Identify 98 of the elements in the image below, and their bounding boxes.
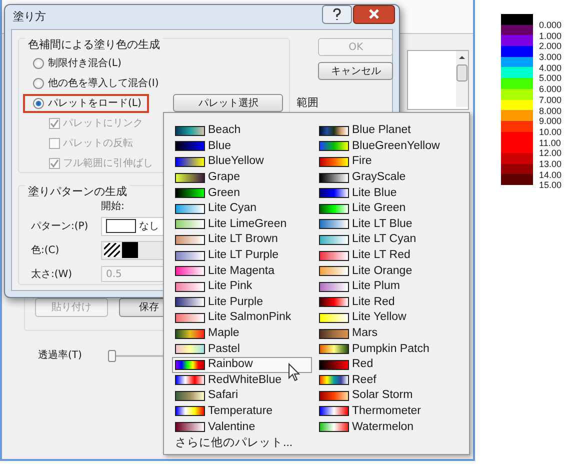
- palette-item[interactable]: RedWhiteBlue: [172, 372, 283, 388]
- gradient-swatch: [319, 141, 349, 152]
- gradient-swatch: [319, 126, 349, 136]
- checkmark-icon: [50, 158, 59, 168]
- gradient-swatch: [319, 250, 349, 261]
- dialog-title: 塗り方: [13, 10, 46, 23]
- palette-item[interactable]: Lite Blue: [316, 185, 398, 201]
- gradient-swatch: [319, 390, 349, 401]
- palette-item[interactable]: Pumpkin Patch: [316, 341, 430, 357]
- gradient-swatch: [319, 406, 349, 416]
- palette-item[interactable]: Lite LT Cyan: [316, 232, 418, 248]
- radio-option[interactable]: パレットをロード(L): [33, 96, 142, 110]
- gradient-swatch: [319, 204, 349, 214]
- gradient-swatch: [319, 312, 349, 323]
- gradient-swatch: [175, 344, 205, 354]
- gradient-swatch: [175, 250, 205, 261]
- palette-item[interactable]: Solar Storm: [316, 388, 414, 404]
- close-icon[interactable]: [353, 5, 395, 24]
- gradient-swatch: [175, 172, 205, 183]
- width-label: 太さ:(W): [31, 268, 74, 280]
- color-swatch: [122, 242, 138, 258]
- group-title: 塗りパターンの生成: [25, 185, 130, 198]
- more-palettes-item[interactable]: さらに他のパレット...: [175, 436, 293, 450]
- radio-option[interactable]: 制限付き混合(L): [33, 56, 122, 70]
- cancel-button[interactable]: キャンセル: [318, 62, 394, 80]
- palette-item[interactable]: Lite Yellow: [316, 310, 408, 326]
- palette-item[interactable]: Red: [316, 356, 374, 372]
- gradient-swatch: [319, 282, 349, 292]
- range-label: 範囲: [296, 96, 320, 109]
- palette-item[interactable]: Pastel: [172, 341, 241, 357]
- palette-item[interactable]: Reef: [316, 372, 378, 388]
- gradient-swatch: [175, 312, 205, 323]
- scrollbar-icon[interactable]: [456, 51, 468, 107]
- palette-item[interactable]: Lite Orange: [316, 263, 414, 279]
- palette-item[interactable]: Lite Green: [316, 200, 407, 217]
- palette-item[interactable]: GrayScale: [316, 170, 407, 186]
- gradient-swatch: [175, 422, 205, 432]
- gradient-swatch: [319, 156, 349, 167]
- gradient-swatch: [319, 375, 349, 386]
- gradient-swatch: [175, 266, 205, 276]
- palette-item[interactable]: Lite LT Purple: [172, 248, 280, 264]
- palette-item[interactable]: Lite Red: [316, 294, 396, 310]
- gradient-swatch: [175, 219, 205, 230]
- gradient-swatch: [175, 297, 205, 308]
- gradient-swatch: [175, 282, 205, 292]
- gradient-swatch: [175, 141, 205, 152]
- gradient-swatch: [175, 328, 205, 339]
- palette-item[interactable]: Temperature: [172, 404, 274, 420]
- palette-item[interactable]: Beach: [172, 123, 242, 139]
- palette-item[interactable]: Mars: [316, 326, 379, 342]
- transparency-label: 透過率(T): [38, 349, 82, 362]
- palette-item[interactable]: Valentine: [172, 419, 256, 435]
- palette-item[interactable]: Fire: [316, 154, 373, 170]
- palette-item[interactable]: Lite Plum: [316, 278, 401, 295]
- gradient-swatch: [175, 390, 205, 401]
- palette-item[interactable]: BlueGreenYellow: [316, 138, 441, 154]
- palette-item[interactable]: Green: [172, 185, 241, 201]
- palette-item[interactable]: Blue: [172, 138, 232, 154]
- hatch-pattern-icon: [104, 243, 120, 257]
- gradient-swatch: [175, 234, 205, 245]
- help-icon[interactable]: [322, 5, 352, 24]
- gradient-swatch: [319, 422, 349, 432]
- gradient-swatch: [319, 266, 349, 276]
- palette-item[interactable]: Lite LT Red: [316, 248, 412, 264]
- gradient-swatch: [175, 360, 205, 370]
- gradient-swatch: [175, 188, 205, 198]
- gradient-swatch: [319, 234, 349, 245]
- palette-item[interactable]: Maple: [172, 326, 240, 342]
- palette-select-button[interactable]: パレット選択: [173, 94, 284, 112]
- checkmark-icon: [50, 118, 59, 128]
- pattern-label: パターン:(P): [31, 220, 90, 232]
- gradient-swatch: [319, 328, 349, 339]
- gradient-swatch: [319, 297, 349, 308]
- gradient-swatch: [175, 126, 205, 136]
- palette-item[interactable]: Watermelon: [316, 419, 415, 435]
- palette-item[interactable]: Rainbow: [172, 356, 312, 372]
- legend-value: 2.000: [539, 41, 562, 46]
- gradient-swatch: [319, 344, 349, 354]
- palette-item[interactable]: Thermometer: [316, 404, 422, 420]
- gradient-swatch: [175, 406, 205, 416]
- cursor-icon: [288, 363, 301, 382]
- gradient-swatch: [319, 188, 349, 198]
- gradient-swatch: [319, 360, 349, 370]
- gradient-swatch: [319, 172, 349, 183]
- start-label: 開始:: [101, 200, 124, 213]
- gradient-swatch: [319, 219, 349, 230]
- palette-item[interactable]: Lite Cyan: [172, 200, 258, 217]
- gradient-swatch: [175, 204, 205, 214]
- gradient-swatch: [175, 375, 205, 386]
- palette-item[interactable]: Lite LT Blue: [316, 216, 414, 232]
- palette-item[interactable]: Blue Planet: [316, 123, 412, 139]
- color-label: 色:(C): [31, 244, 60, 256]
- palette-item[interactable]: BlueYellow: [172, 154, 265, 170]
- palette-item[interactable]: Safari: [172, 388, 240, 404]
- group-title: 色補間による塗り色の生成: [25, 38, 163, 51]
- palette-item[interactable]: Grape: [172, 170, 241, 186]
- gradient-swatch: [175, 156, 205, 167]
- radio-option[interactable]: 他の色を導入して混合(I): [33, 76, 159, 90]
